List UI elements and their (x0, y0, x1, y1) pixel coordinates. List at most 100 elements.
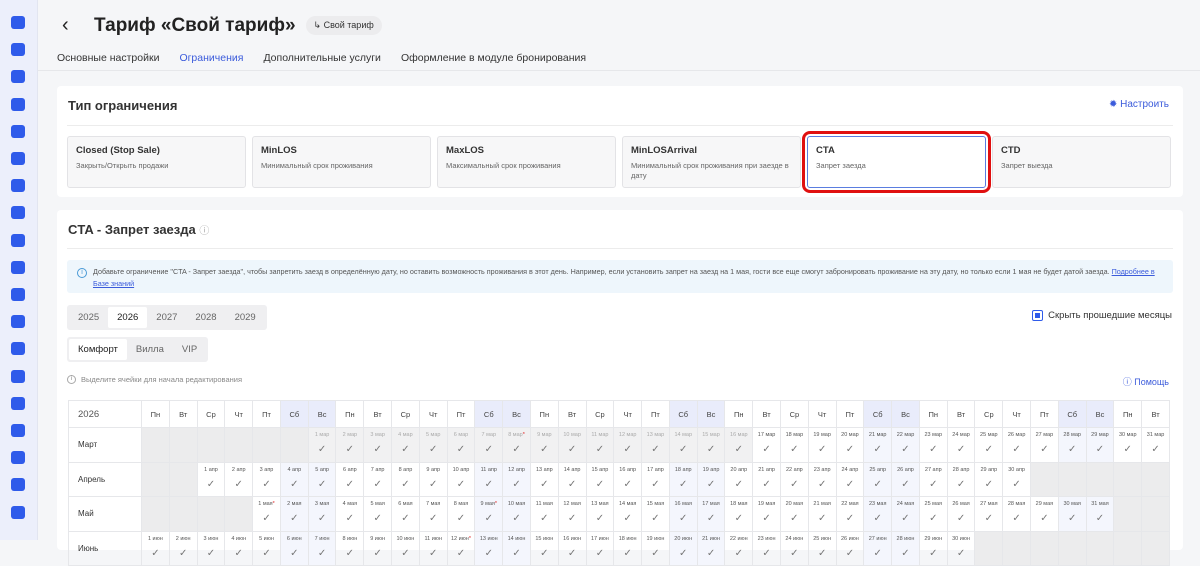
day-cell[interactable]: 5 июн✓ (253, 531, 281, 566)
day-cell[interactable]: 2 мая✓ (280, 497, 308, 532)
day-cell[interactable]: 22 мая✓ (836, 497, 864, 532)
day-cell[interactable]: 20 мая✓ (780, 497, 808, 532)
year-option-2025[interactable]: 2025 (69, 307, 108, 328)
day-cell[interactable]: 5 мая✓ (364, 497, 392, 532)
day-cell[interactable]: 4 июн✓ (225, 531, 253, 566)
restriction-type-ctd[interactable]: CTDЗапрет выезда (992, 136, 1171, 188)
day-cell[interactable]: 14 мар✓ (669, 428, 697, 463)
day-cell[interactable]: 19 мар✓ (808, 428, 836, 463)
day-cell[interactable]: 8 июн✓ (336, 531, 364, 566)
day-cell[interactable]: 7 апр✓ (364, 462, 392, 497)
day-cell[interactable]: 22 июн✓ (725, 531, 753, 566)
day-cell[interactable]: 7 мар✓ (475, 428, 503, 463)
day-cell[interactable]: 24 апр✓ (836, 462, 864, 497)
day-cell[interactable]: 16 июн✓ (558, 531, 586, 566)
day-cell[interactable]: 26 июн✓ (836, 531, 864, 566)
day-cell[interactable]: 9 апр✓ (419, 462, 447, 497)
day-cell[interactable]: 28 апр✓ (947, 462, 975, 497)
day-cell[interactable]: 15 мая✓ (642, 497, 670, 532)
day-cell[interactable]: 27 апр✓ (919, 462, 947, 497)
day-cell[interactable]: 26 апр✓ (892, 462, 920, 497)
day-cell[interactable]: 10 апр✓ (447, 462, 475, 497)
day-cell[interactable]: 18 мар✓ (780, 428, 808, 463)
day-cell[interactable]: 29 мар✓ (1086, 428, 1114, 463)
day-cell[interactable]: 14 июн✓ (503, 531, 531, 566)
day-cell[interactable]: 26 мая✓ (947, 497, 975, 532)
keys-icon[interactable] (11, 261, 25, 274)
day-cell[interactable]: 22 мар✓ (892, 428, 920, 463)
day-cell[interactable]: 9 мая*✓ (475, 497, 503, 532)
room-option-Комфорт[interactable]: Комфорт (69, 339, 127, 360)
day-cell[interactable]: 11 мая✓ (530, 497, 558, 532)
day-cell[interactable]: 13 мар✓ (642, 428, 670, 463)
day-cell[interactable]: 25 июн✓ (808, 531, 836, 566)
day-cell[interactable]: 27 мая✓ (975, 497, 1003, 532)
day-cell[interactable]: 8 мая✓ (447, 497, 475, 532)
day-cell[interactable]: 11 апр✓ (475, 462, 503, 497)
tasks-icon[interactable] (11, 234, 25, 247)
back-icon[interactable]: ‹ (62, 14, 76, 37)
day-cell[interactable]: 18 апр✓ (669, 462, 697, 497)
restriction-type-minlosarrival[interactable]: MinLOSArrivalМинимальный срок проживания… (622, 136, 801, 188)
cleaning-icon[interactable] (11, 288, 25, 301)
day-cell[interactable]: 19 апр✓ (697, 462, 725, 497)
info-icon[interactable]: ⓘ (199, 226, 209, 237)
day-cell[interactable]: 12 июн*✓ (447, 531, 475, 566)
day-cell[interactable]: 6 мая✓ (392, 497, 420, 532)
parent-tariff-chip[interactable]: ↳ Свой тариф (306, 16, 382, 35)
day-cell[interactable]: 12 мая✓ (558, 497, 586, 532)
day-cell[interactable]: 17 апр✓ (642, 462, 670, 497)
day-cell[interactable]: 24 мая✓ (892, 497, 920, 532)
day-cell[interactable]: 26 мар✓ (1003, 428, 1031, 463)
day-cell[interactable]: 17 июн✓ (586, 531, 614, 566)
day-cell[interactable]: 15 мар✓ (697, 428, 725, 463)
day-cell[interactable]: 10 мая✓ (503, 497, 531, 532)
day-cell[interactable]: 21 июн✓ (697, 531, 725, 566)
day-cell[interactable]: 8 апр✓ (392, 462, 420, 497)
restriction-type-closed-stop-sale[interactable]: Closed (Stop Sale)Закрыть/Открыть продаж… (67, 136, 246, 188)
day-cell[interactable]: 23 мая✓ (864, 497, 892, 532)
day-cell[interactable]: 13 мая✓ (586, 497, 614, 532)
day-cell[interactable]: 20 апр✓ (725, 462, 753, 497)
day-cell[interactable]: 29 мая✓ (1031, 497, 1059, 532)
day-cell[interactable]: 18 мая✓ (725, 497, 753, 532)
year-option-2027[interactable]: 2027 (147, 307, 186, 328)
day-cell[interactable]: 4 мар✓ (392, 428, 420, 463)
promo-icon[interactable] (11, 478, 25, 491)
configure-button[interactable]: ✹ Настроить (1109, 99, 1169, 110)
day-cell[interactable]: 14 апр✓ (558, 462, 586, 497)
day-cell[interactable]: 18 июн✓ (614, 531, 642, 566)
restriction-type-cta[interactable]: CTAЗапрет заезда (807, 136, 986, 188)
day-cell[interactable]: 6 мар✓ (447, 428, 475, 463)
day-cell[interactable]: 30 мар✓ (1114, 428, 1142, 463)
day-cell[interactable]: 4 апр✓ (280, 462, 308, 497)
day-cell[interactable]: 23 июн✓ (753, 531, 781, 566)
day-cell[interactable]: 21 мая✓ (808, 497, 836, 532)
room-option-VIP[interactable]: VIP (173, 339, 206, 360)
wallet-icon[interactable] (11, 370, 25, 383)
help-link[interactable]: ⓘ Помощь (1123, 375, 1169, 388)
day-cell[interactable]: 9 мар✓ (530, 428, 558, 463)
day-cell[interactable]: 10 мар✓ (558, 428, 586, 463)
day-cell[interactable]: 6 июн✓ (280, 531, 308, 566)
tag-icon[interactable] (11, 125, 25, 138)
day-cell[interactable]: 21 мар✓ (864, 428, 892, 463)
cloud-icon[interactable] (11, 451, 25, 464)
day-cell[interactable]: 13 июн✓ (475, 531, 503, 566)
day-cell[interactable]: 7 июн✓ (308, 531, 336, 566)
day-cell[interactable]: 16 мар✓ (725, 428, 753, 463)
day-cell[interactable]: 3 мая✓ (308, 497, 336, 532)
day-cell[interactable]: 4 мая✓ (336, 497, 364, 532)
inbox-icon[interactable] (11, 342, 25, 355)
day-cell[interactable]: 1 апр✓ (197, 462, 225, 497)
day-cell[interactable]: 6 апр✓ (336, 462, 364, 497)
day-cell[interactable]: 8 мар*✓ (503, 428, 531, 463)
day-cell[interactable]: 28 мар✓ (1058, 428, 1086, 463)
day-cell[interactable]: 16 апр✓ (614, 462, 642, 497)
analytics-icon[interactable] (11, 206, 25, 219)
tab-booking-module[interactable]: Оформление в модуле бронирования (401, 50, 586, 71)
day-cell[interactable]: 19 мая✓ (753, 497, 781, 532)
day-cell[interactable]: 27 июн✓ (864, 531, 892, 566)
day-cell[interactable]: 5 мар✓ (419, 428, 447, 463)
day-cell[interactable]: 1 июн✓ (142, 531, 170, 566)
